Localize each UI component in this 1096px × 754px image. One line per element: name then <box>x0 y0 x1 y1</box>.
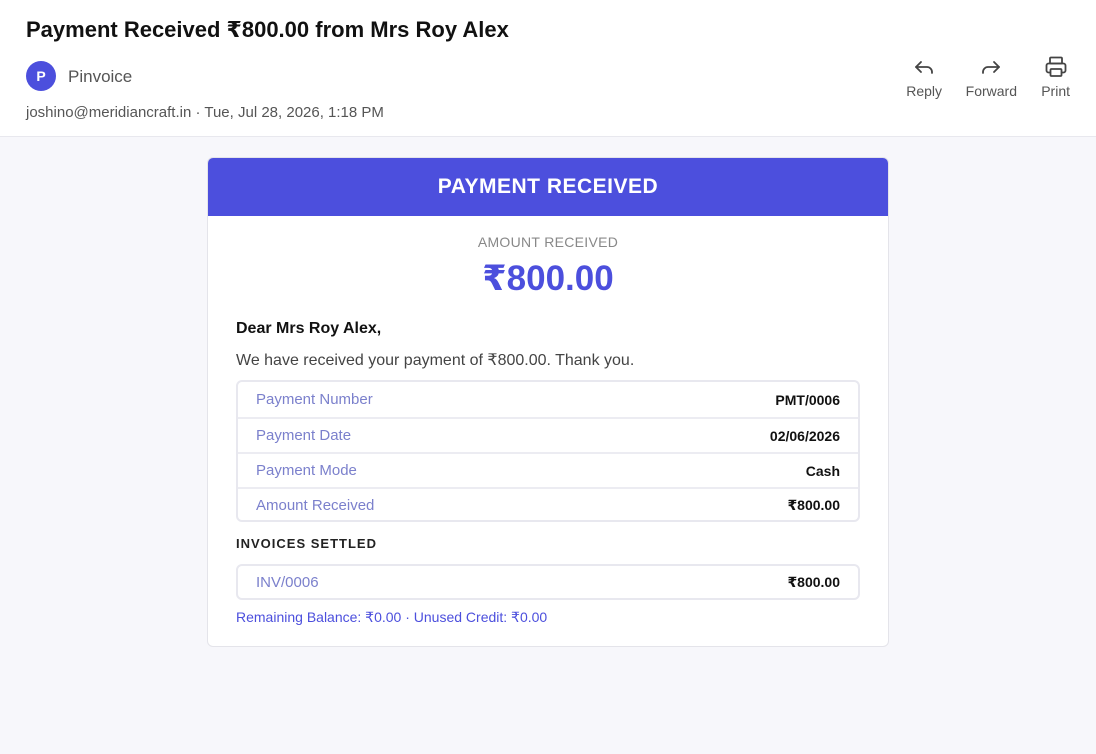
sender-name: Pinvoice <box>68 67 133 86</box>
reply-icon <box>915 61 933 74</box>
detail-value: 02/06/2026 <box>769 427 840 444</box>
email-subject: Payment Received ₹800.00 from Mrs Roy Al… <box>26 17 509 42</box>
payment-details-table: Payment Number PMT/0006 Payment Date 02/… <box>236 380 860 522</box>
invoice-amount: ₹800.00 <box>787 573 840 590</box>
detail-value: PMT/0006 <box>775 391 840 408</box>
print-button[interactable]: Print <box>1041 55 1070 99</box>
invoice-row: INV/0006 ₹800.00 <box>236 564 860 600</box>
payment-message: We have received your payment of ₹800.00… <box>236 352 635 369</box>
detail-label: Payment Mode <box>256 462 357 479</box>
email-meta: joshino@meridiancraft.in · Tue, Jul 28, … <box>26 104 384 121</box>
detail-row: Payment Number PMT/0006 <box>238 382 858 417</box>
receipt-card: PAYMENT RECEIVED AMOUNT RECEIVED ₹800.00… <box>207 157 889 647</box>
email-body: PAYMENT RECEIVED AMOUNT RECEIVED ₹800.00… <box>0 137 1096 754</box>
detail-label: Payment Date <box>256 427 352 444</box>
detail-row: Payment Date 02/06/2026 <box>238 417 858 452</box>
detail-value: Cash <box>805 462 840 479</box>
forward-button[interactable]: Forward <box>966 55 1017 99</box>
invoice-number: INV/0006 <box>256 573 319 591</box>
receipt-banner: PAYMENT RECEIVED <box>208 158 888 216</box>
detail-value: ₹800.00 <box>787 497 840 513</box>
greeting: Dear Mrs Roy Alex, <box>236 320 382 337</box>
detail-label: Amount Received <box>256 497 375 514</box>
amount-label: AMOUNT RECEIVED <box>477 234 619 250</box>
balance-summary: Remaining Balance: ₹0.00 · Unused Credit… <box>236 609 548 625</box>
detail-row: Payment Mode Cash <box>238 452 858 487</box>
sender-avatar: P <box>26 61 56 91</box>
printer-icon <box>1045 56 1066 77</box>
amount-value: ₹800.00 <box>482 259 614 298</box>
email-header: Payment Received ₹800.00 from Mrs Roy Al… <box>0 0 1096 137</box>
forward-icon <box>982 61 1001 74</box>
print-label: Print <box>1041 83 1070 99</box>
forward-label: Forward <box>965 83 1017 99</box>
reply-label: Reply <box>906 83 942 99</box>
invoices-settled-heading: INVOICES SETTLED <box>236 536 377 551</box>
reply-button[interactable]: Reply <box>906 55 942 99</box>
detail-label: Payment Number <box>256 391 373 408</box>
detail-row: Amount Received ₹800.00 <box>238 487 858 522</box>
